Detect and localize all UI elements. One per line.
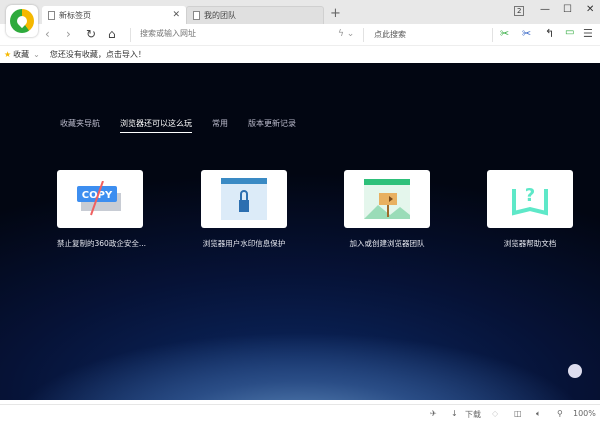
reload-icon[interactable]: ↻ (86, 27, 96, 41)
new-tab-page: 收藏夹导航 浏览器还可以这么玩 常用 版本更新记录 COPY 禁止复制的360政… (0, 63, 600, 400)
bookmarks-button[interactable]: 收藏 (13, 49, 29, 60)
screenshot-icon[interactable]: ✂ (500, 27, 509, 40)
browser-logo[interactable] (6, 5, 38, 37)
tab-label: 新标签页 (59, 10, 91, 20)
volume-icon[interactable]: 🔈︎ (536, 409, 541, 419)
watermark-lock-icon (221, 178, 267, 220)
tab-my-team[interactable]: 我的团队 (186, 6, 324, 24)
svg-text:?: ? (525, 185, 535, 206)
tab-count-badge[interactable]: 2 (514, 6, 525, 16)
minimize-button[interactable]: — (540, 4, 550, 15)
card-copy-protection[interactable]: COPY (57, 170, 143, 228)
tab-browser-tips[interactable]: 浏览器还可以这么玩 (120, 118, 192, 133)
address-input[interactable] (140, 29, 320, 38)
pin-icon[interactable]: ✈ (430, 409, 437, 418)
forward-icon[interactable]: › (66, 27, 71, 41)
window-icon[interactable]: ◫ (514, 409, 522, 418)
team-signpost-icon (364, 179, 410, 219)
lightning-icon[interactable]: ϟ ⌄ (338, 29, 354, 39)
home-icon[interactable]: ⌂ (108, 27, 116, 41)
download-icon[interactable]: ↓ (451, 409, 458, 418)
scissors-icon[interactable]: ✂ (522, 27, 531, 40)
card-help-docs[interactable]: ? (487, 170, 573, 228)
close-tab-icon[interactable]: ✕ (172, 10, 180, 20)
card-label[interactable]: 浏览器用户水印信息保护 (184, 238, 304, 249)
tab-changelog[interactable]: 版本更新记录 (248, 118, 296, 133)
clear-icon[interactable]: ◇ (492, 409, 498, 418)
card-team[interactable] (344, 170, 430, 228)
tab-new-tab[interactable]: 新标签页 ✕ (42, 6, 186, 24)
theme-palette-icon[interactable] (568, 364, 582, 378)
card-label[interactable]: 加入或创建浏览器团队 (327, 238, 447, 249)
close-window-button[interactable]: ✕ (586, 4, 594, 15)
card-label[interactable]: 浏览器帮助文档 (470, 238, 590, 249)
copy-forbidden-icon: COPY (77, 181, 121, 216)
menu-icon[interactable]: ☰ (583, 27, 593, 40)
page-icon (48, 10, 55, 20)
zoom-level[interactable]: 100% (573, 409, 596, 418)
page-icon (193, 11, 200, 20)
chevron-down-icon[interactable]: ⌄ (33, 50, 40, 59)
search-box[interactable]: 点此搜索 (374, 29, 406, 40)
card-label[interactable]: 禁止复制的360政企安全... (57, 238, 177, 249)
zoom-icon[interactable]: ⚲ (557, 409, 563, 418)
import-bookmarks-link[interactable]: 您还没有收藏，点击导入！ (50, 49, 146, 60)
card-watermark[interactable] (201, 170, 287, 228)
bookmark-bar: ★ 收藏 ⌄ 您还没有收藏，点击导入！ (0, 46, 600, 63)
section-tabs: 收藏夹导航 浏览器还可以这么玩 常用 版本更新记录 (60, 118, 296, 133)
status-bar: ✈ ↓ 下载 ◇ ◫ 🔈︎ ⚲ 100% (0, 404, 600, 422)
download-button[interactable]: 下载 (465, 409, 481, 420)
back-icon[interactable]: ‹ (45, 27, 50, 41)
chat-icon[interactable]: ▭ (565, 27, 574, 38)
undo-icon[interactable]: ↰ (545, 27, 554, 40)
tab-favorites-nav[interactable]: 收藏夹导航 (60, 118, 100, 133)
new-tab-button[interactable]: + (330, 6, 341, 21)
tab-label: 我的团队 (204, 11, 236, 20)
maximize-button[interactable]: ☐ (563, 4, 572, 15)
navigation-bar: ‹ › ↻ ⌂ ϟ ⌄ 点此搜索 ✂ ✂ ↰ ▭ ☰ (0, 24, 600, 46)
star-icon: ★ (4, 50, 12, 59)
help-book-icon: ? (512, 185, 548, 216)
tab-common[interactable]: 常用 (212, 118, 228, 133)
